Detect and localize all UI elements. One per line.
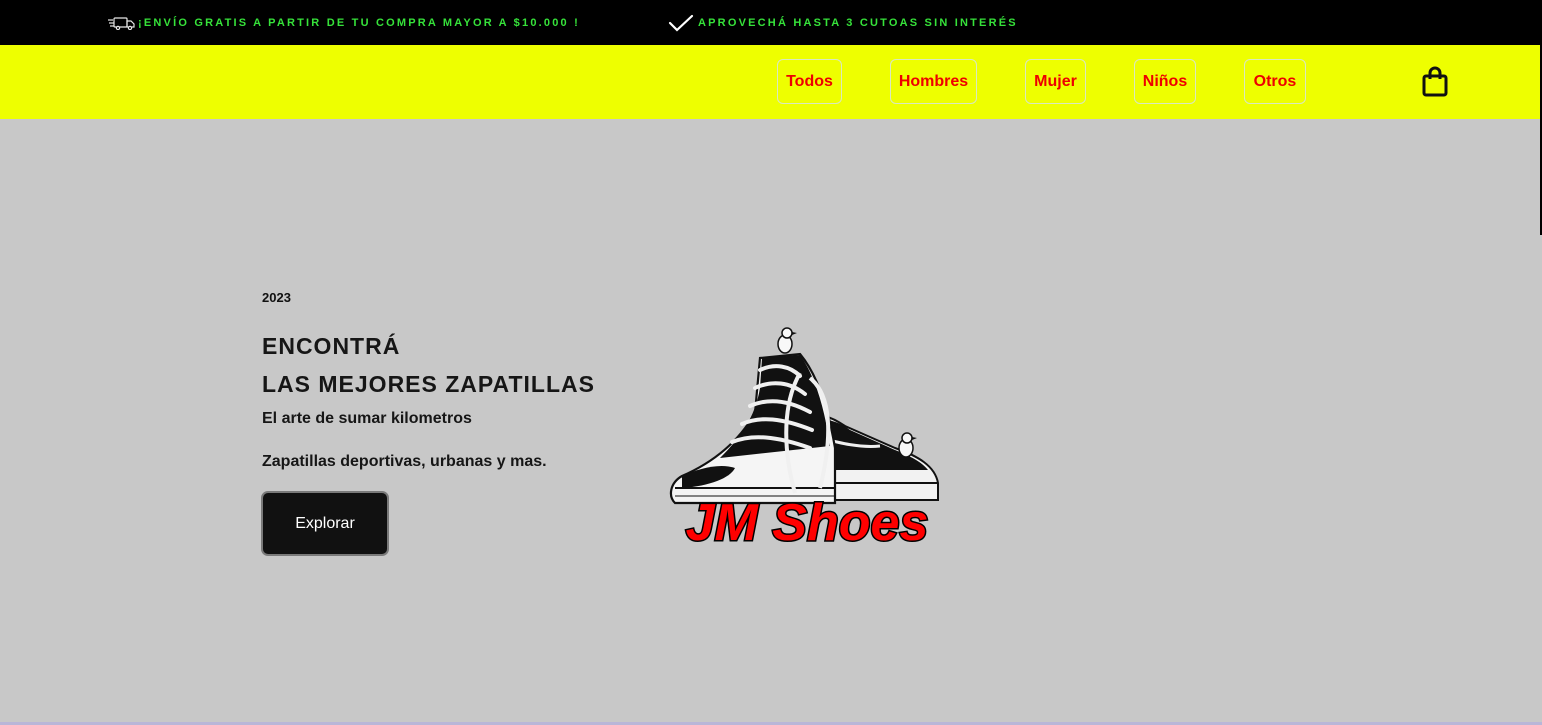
- installments-promo: APROVECHÁ HASTA 3 CUTOAS SIN INTERÉS: [668, 0, 1018, 45]
- hero-description: Zapatillas deportivas, urbanas y mas.: [262, 453, 547, 470]
- jm-shoes-logo: JM Shoes: [669, 327, 939, 554]
- shipping-promo-text: ¡ENVÍO GRATIS A PARTIR DE TU COMPRA MAYO…: [138, 16, 580, 29]
- hero-title-line1: ENCONTRÁ: [262, 333, 401, 359]
- promo-bar: ¡ENVÍO GRATIS A PARTIR DE TU COMPRA MAYO…: [0, 0, 1540, 45]
- explore-button[interactable]: Explorar: [261, 491, 389, 556]
- check-icon: [668, 14, 694, 32]
- installments-promo-text: APROVECHÁ HASTA 3 CUTOAS SIN INTERÉS: [698, 16, 1018, 29]
- shipping-promo: ¡ENVÍO GRATIS A PARTIR DE TU COMPRA MAYO…: [108, 0, 580, 45]
- truck-icon: [108, 16, 135, 30]
- shopping-bag-icon[interactable]: [1420, 65, 1450, 99]
- logo-text: JM Shoes: [686, 494, 929, 552]
- nav-link-mujer[interactable]: Mujer: [1025, 59, 1086, 104]
- hero-title-line2: LAS MEJORES ZAPATILLAS: [262, 371, 595, 397]
- nav-link-ninos[interactable]: Niños: [1134, 59, 1196, 104]
- nav-link-otros[interactable]: Otros: [1244, 59, 1306, 104]
- nav-link-todos[interactable]: Todos: [777, 59, 842, 104]
- nav-link-hombres[interactable]: Hombres: [890, 59, 977, 104]
- main-nav: Todos Hombres Mujer Niños Otros: [0, 45, 1540, 119]
- front-sneaker-illustration: [669, 327, 837, 505]
- hero-subtitle: El arte de sumar kilometros: [262, 410, 472, 427]
- hero-title: ENCONTRÁ LAS MEJORES ZAPATILLAS: [262, 327, 595, 403]
- hero-year: 2023: [262, 290, 291, 305]
